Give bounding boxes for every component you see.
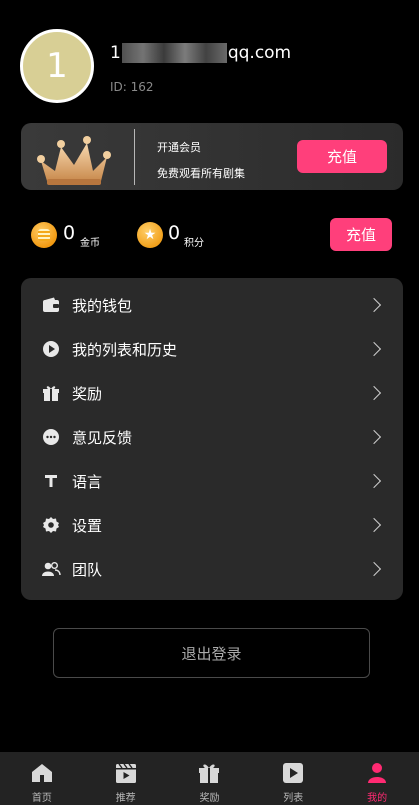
tab-label: 奖励 bbox=[199, 793, 220, 804]
team-icon bbox=[41, 559, 61, 579]
user-icon bbox=[368, 763, 387, 783]
tab-label: 推荐 bbox=[115, 793, 136, 804]
wallet-icon bbox=[41, 295, 61, 315]
points-value: 0 bbox=[168, 222, 181, 244]
coins-value: 0 bbox=[63, 222, 76, 244]
gear-icon bbox=[41, 515, 61, 535]
menu-item-list-history[interactable]: 我的列表和历史 bbox=[21, 327, 403, 371]
menu-card: 我的钱包 我的列表和历史 奖励 意见反馈 语言 设置 团队 bbox=[21, 278, 403, 600]
tab-rewards[interactable]: 奖励 bbox=[168, 752, 252, 805]
chevron-right-icon bbox=[366, 297, 382, 313]
menu-item-label: 奖励 bbox=[72, 384, 103, 403]
menu-item-feedback[interactable]: 意见反馈 bbox=[21, 415, 403, 459]
coins-unit: 金币 bbox=[80, 238, 100, 249]
vip-recharge-button[interactable]: 充值 bbox=[297, 140, 387, 173]
user-id: ID: 162 bbox=[110, 80, 154, 94]
chevron-right-icon bbox=[366, 429, 382, 445]
tab-home[interactable]: 首页 bbox=[0, 752, 84, 805]
balance-recharge-button[interactable]: 充值 bbox=[330, 218, 392, 251]
menu-item-label: 我的列表和历史 bbox=[72, 340, 178, 359]
tab-label: 列表 bbox=[283, 793, 304, 804]
menu-item-language[interactable]: 语言 bbox=[21, 459, 403, 503]
bottom-tab-bar: 首页 推荐 奖励 列表 我的 bbox=[0, 752, 419, 805]
vip-subtitle: 免费观看所有剧集 bbox=[157, 167, 245, 180]
gift-icon bbox=[199, 764, 220, 783]
chevron-right-icon bbox=[366, 473, 382, 489]
vip-title: 开通会员 bbox=[157, 141, 201, 154]
vip-divider bbox=[134, 129, 135, 185]
gift-icon bbox=[41, 383, 61, 403]
star-coin-icon: ★ bbox=[137, 222, 163, 248]
menu-item-label: 语言 bbox=[72, 472, 103, 491]
points-unit: 积分 bbox=[184, 238, 204, 249]
avatar[interactable]: 1 bbox=[20, 29, 94, 103]
email-suffix: qq.com bbox=[227, 43, 292, 63]
clapperboard-icon bbox=[115, 763, 136, 783]
chevron-right-icon bbox=[366, 517, 382, 533]
home-icon bbox=[31, 764, 52, 782]
tab-label: 我的 bbox=[367, 793, 388, 804]
email-prefix: 1 bbox=[110, 43, 121, 63]
menu-item-label: 我的钱包 bbox=[72, 296, 133, 315]
text-icon bbox=[41, 471, 61, 491]
menu-item-settings[interactable]: 设置 bbox=[21, 503, 403, 547]
chevron-right-icon bbox=[366, 385, 382, 401]
coin-icon bbox=[31, 222, 57, 248]
menu-item-label: 意见反馈 bbox=[72, 428, 133, 447]
menu-item-label: 设置 bbox=[72, 516, 103, 535]
logout-button[interactable]: 退出登录 bbox=[53, 628, 370, 678]
account-email: 1 qq.com bbox=[110, 43, 291, 63]
tab-list[interactable]: 列表 bbox=[251, 752, 335, 805]
tab-mine[interactable]: 我的 bbox=[335, 752, 419, 805]
vip-card[interactable]: 开通会员 免费观看所有剧集 充值 bbox=[21, 123, 403, 190]
balance-row: 0 金币 ★ 0 积分 充值 bbox=[0, 210, 419, 260]
menu-item-team[interactable]: 团队 bbox=[21, 547, 403, 591]
crown-icon bbox=[37, 136, 111, 185]
play-box-icon bbox=[283, 763, 304, 783]
profile-header: 1 1 qq.com ID: 162 bbox=[0, 0, 419, 115]
tab-recommend[interactable]: 推荐 bbox=[84, 752, 168, 805]
chat-icon bbox=[41, 427, 61, 447]
menu-item-wallet[interactable]: 我的钱包 bbox=[21, 283, 403, 327]
play-circle-icon bbox=[41, 339, 61, 359]
chevron-right-icon bbox=[366, 341, 382, 357]
menu-item-label: 团队 bbox=[72, 560, 103, 579]
menu-item-rewards[interactable]: 奖励 bbox=[21, 371, 403, 415]
email-redaction bbox=[121, 43, 227, 63]
tab-label: 首页 bbox=[31, 793, 52, 804]
chevron-right-icon bbox=[366, 561, 382, 577]
